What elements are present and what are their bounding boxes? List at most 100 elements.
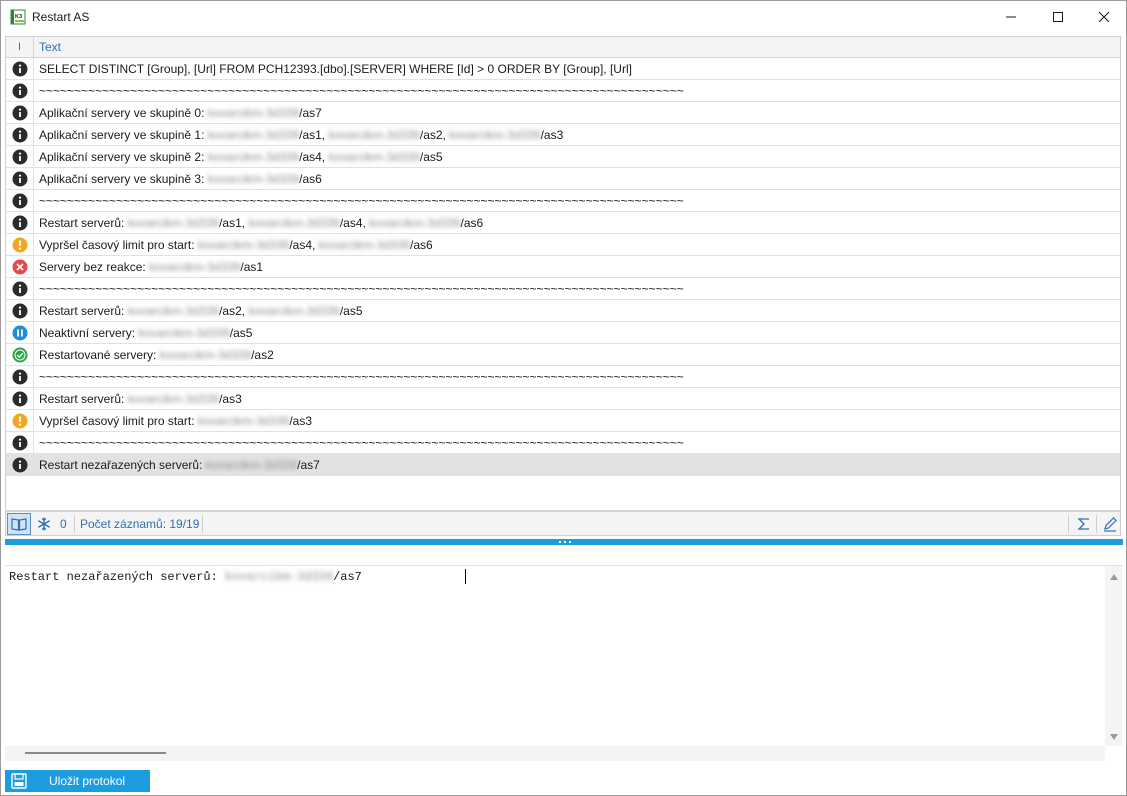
server-host: kovarcikm-3d339 [369, 216, 461, 230]
freeze-button[interactable] [35, 515, 53, 533]
sum-button[interactable] [1074, 515, 1094, 533]
row-text: Restart serverů: kovarcikm-3d339/as3 [39, 388, 242, 409]
info-icon [6, 388, 34, 409]
row-text: Aplikační servery ve skupině 1: kovarcik… [39, 124, 563, 145]
info-icon [6, 168, 34, 189]
row-text-segment: /as4, [299, 150, 329, 164]
panel-splitter[interactable] [5, 539, 1123, 545]
grid-row[interactable]: ~~~~~~~~~~~~~~~~~~~~~~~~~~~~~~~~~~~~~~~~… [6, 80, 1120, 102]
server-host: kovarcikm-3d339 [138, 326, 230, 340]
row-text-segment: /as4, [339, 216, 370, 230]
server-host: kovarcikm-3d339 [449, 128, 541, 142]
row-text-segment: Neaktivní servery: [39, 326, 139, 340]
row-text-segment: ~~~~~~~~~~~~~~~~~~~~~~~~~~~~~~~~~~~~~~~~… [39, 194, 684, 208]
grid-row[interactable]: ~~~~~~~~~~~~~~~~~~~~~~~~~~~~~~~~~~~~~~~~… [6, 366, 1120, 388]
grid-row[interactable]: Neaktivní servery: kovarcikm-3d339/as5 [6, 322, 1120, 344]
row-text-segment: /as7 [297, 458, 320, 472]
server-host: kovarcikm-3d339 [248, 304, 340, 318]
grid-row[interactable]: SELECT DISTINCT [Group], [Url] FROM PCH1… [6, 58, 1120, 80]
row-text: Restartované servery: kovarcikm-3d339/as… [39, 344, 274, 365]
book-view-button[interactable] [7, 513, 31, 535]
detail-suffix: /as7 [333, 570, 362, 584]
grid-row[interactable]: ~~~~~~~~~~~~~~~~~~~~~~~~~~~~~~~~~~~~~~~~… [6, 432, 1120, 454]
info-icon [6, 366, 34, 387]
info-icon [6, 190, 34, 211]
row-text-segment: /as3 [289, 414, 312, 428]
row-text: ~~~~~~~~~~~~~~~~~~~~~~~~~~~~~~~~~~~~~~~~… [39, 366, 684, 387]
row-text-segment: /as2, [219, 304, 249, 318]
row-text-segment: Aplikační servery ve skupině 1: [39, 128, 208, 142]
row-text-segment: /as1, [219, 216, 249, 230]
grid-row[interactable]: Aplikační servery ve skupině 1: kovarcik… [6, 124, 1120, 146]
row-text: Aplikační servery ve skupině 0: kovarcik… [39, 102, 322, 123]
grid-row[interactable]: Restart serverů: kovarcikm-3d339/as1, ko… [6, 212, 1120, 234]
server-host: kovarcikm-3d339 [207, 150, 300, 164]
app-logo-icon: K3 [10, 9, 26, 25]
row-text: ~~~~~~~~~~~~~~~~~~~~~~~~~~~~~~~~~~~~~~~~… [39, 190, 684, 211]
close-icon [1099, 12, 1109, 22]
row-text: Neaktivní servery: kovarcikm-3d339/as5 [39, 322, 252, 343]
row-text: Restart nezařazených serverů: kovarcikm-… [39, 454, 320, 475]
info-icon [6, 300, 34, 321]
info-icon [6, 454, 34, 475]
info-icon [6, 58, 34, 79]
grid-row[interactable]: Restart serverů: kovarcikm-3d339/as3 [6, 388, 1120, 410]
grid-row[interactable]: Aplikační servery ve skupině 3: kovarcik… [6, 168, 1120, 190]
status-divider [202, 515, 203, 533]
grid-row[interactable]: Restartované servery: kovarcikm-3d339/as… [6, 344, 1120, 366]
status-divider [1068, 515, 1069, 533]
row-text-segment: Aplikační servery ve skupině 2: [39, 150, 208, 164]
minimize-button[interactable] [988, 1, 1034, 33]
row-text: SELECT DISTINCT [Group], [Url] FROM PCH1… [39, 58, 632, 79]
grid-row[interactable]: Servery bez reakce: kovarcikm-3d339/as1 [6, 256, 1120, 278]
grid-row[interactable]: Vypršel časový limit pro start: kovarcik… [6, 410, 1120, 432]
scroll-up-icon[interactable] [1108, 571, 1119, 582]
row-text-segment: Restart serverů: [39, 304, 128, 318]
row-text: ~~~~~~~~~~~~~~~~~~~~~~~~~~~~~~~~~~~~~~~~… [39, 432, 684, 453]
save-log-button[interactable]: Uložit protokol [5, 770, 150, 792]
grid-row[interactable]: Aplikační servery ve skupině 2: kovarcik… [6, 146, 1120, 168]
horizontal-scroll-thumb[interactable] [25, 752, 166, 754]
server-host: kovarcikm-3d339 [207, 172, 300, 186]
row-text-segment: ~~~~~~~~~~~~~~~~~~~~~~~~~~~~~~~~~~~~~~~~… [39, 84, 684, 98]
grid-row[interactable]: Restart nezařazených serverů: kovarcikm-… [6, 454, 1120, 476]
grid-row[interactable]: ~~~~~~~~~~~~~~~~~~~~~~~~~~~~~~~~~~~~~~~~… [6, 278, 1120, 300]
server-host: kovarcikm-3d339 [318, 238, 411, 252]
row-text-segment: /as7 [299, 106, 322, 120]
info-icon [6, 146, 34, 167]
detail-prefix: Restart nezařazených serverů: [9, 570, 226, 584]
detail-text: Restart nezařazených serverů: kovarcikm-… [9, 570, 362, 584]
grid-row[interactable]: Vypršel časový limit pro start: kovarcik… [6, 234, 1120, 256]
grid-row[interactable]: Restart serverů: kovarcikm-3d339/as2, ko… [6, 300, 1120, 322]
error-icon [6, 256, 34, 277]
warning-icon [6, 410, 34, 431]
server-host: kovarcikm-3d339 [127, 216, 220, 230]
row-text-segment: /as2, [419, 128, 450, 142]
column-header-icon[interactable]: I [6, 37, 34, 58]
record-count: Počet záznamů: 19/19 [80, 517, 200, 531]
row-text-segment: /as6 [410, 238, 433, 252]
row-text: Restart serverů: kovarcikm-3d339/as2, ko… [39, 300, 363, 321]
row-text: Aplikační servery ve skupině 3: kovarcik… [39, 168, 322, 189]
vertical-scrollbar[interactable] [1105, 566, 1122, 746]
detail-textarea[interactable]: Restart nezařazených serverů: kovarcikm-… [5, 565, 1123, 761]
horizontal-scrollbar[interactable] [5, 746, 1105, 761]
minimize-icon [1006, 16, 1016, 18]
server-host: kovarcikm-3d339 [207, 106, 300, 120]
server-host: kovarcikm-3d339 [205, 458, 298, 472]
close-button[interactable] [1081, 1, 1127, 33]
grid-row[interactable]: ~~~~~~~~~~~~~~~~~~~~~~~~~~~~~~~~~~~~~~~~… [6, 190, 1120, 212]
info-icon [6, 80, 34, 101]
maximize-button[interactable] [1035, 1, 1081, 33]
row-text-segment: Restartované servery: [39, 348, 160, 362]
row-text-segment: Aplikační servery ve skupině 0: [39, 106, 208, 120]
column-header-text[interactable]: Text [39, 37, 61, 58]
scroll-down-icon[interactable] [1108, 731, 1119, 742]
info-icon [6, 212, 34, 233]
edit-button[interactable] [1100, 515, 1120, 533]
restart-as-window: K3 Restart AS I Text SELECT DISTINCT [Gr… [0, 0, 1127, 796]
row-text-segment: /as1 [240, 260, 264, 274]
snowflake-icon [38, 517, 50, 531]
grid-row[interactable]: Aplikační servery ve skupině 0: kovarcik… [6, 102, 1120, 124]
status-divider [74, 515, 75, 533]
